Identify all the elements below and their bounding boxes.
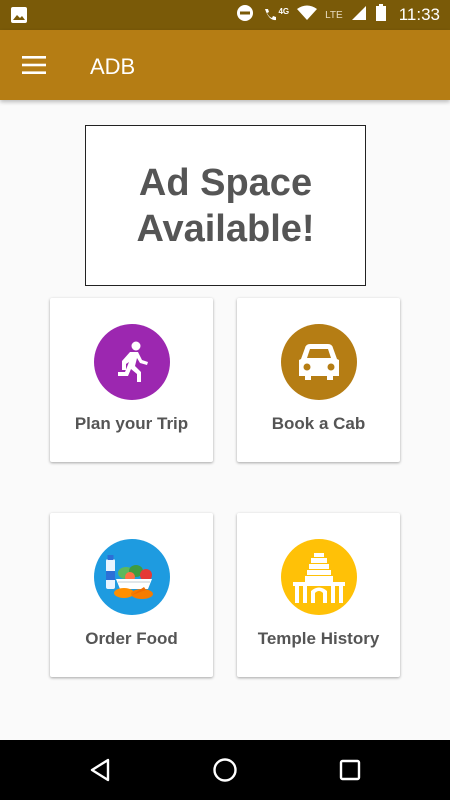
food-basket-icon	[106, 555, 153, 599]
hamburger-menu-icon	[22, 56, 46, 74]
order-food-label: Order Food	[85, 629, 178, 648]
temple-history-icon-circle	[281, 539, 357, 615]
app-title: ADB	[90, 54, 136, 79]
menu-button[interactable]	[14, 47, 54, 83]
order-food-icon-circle	[94, 539, 170, 615]
temple-icon	[293, 553, 345, 603]
temple-history-card[interactable]: Temple History	[237, 513, 400, 677]
plan-trip-label: Plan your Trip	[74, 414, 189, 433]
do-not-disturb-icon	[236, 4, 254, 27]
back-button[interactable]	[84, 754, 116, 786]
plan-trip-card[interactable]: Plan your Trip	[50, 298, 213, 462]
lte-label: LTE	[325, 9, 343, 21]
book-cab-card[interactable]: Book a Cab	[237, 298, 400, 462]
recents-button[interactable]	[334, 754, 366, 786]
order-food-card[interactable]: Order Food	[50, 513, 213, 677]
gallery-notification-icon	[10, 6, 28, 29]
temple-history-label: Temple History	[257, 629, 380, 648]
home-button[interactable]	[209, 754, 241, 786]
book-cab-label: Book a Cab	[271, 414, 366, 433]
ad-text: Ad Space Available!	[136, 161, 315, 250]
home-circle-icon	[213, 758, 237, 782]
book-cab-icon-circle	[281, 324, 357, 400]
status-time: 11:33	[398, 5, 440, 24]
call-network-label: 4G	[278, 7, 290, 16]
wifi-call-icon: 4G	[262, 7, 289, 23]
wifi-icon	[297, 5, 318, 26]
recents-square-icon	[339, 759, 361, 781]
car-icon	[299, 344, 339, 380]
running-person-icon	[118, 341, 148, 382]
plan-trip-icon-circle	[94, 324, 170, 400]
system-nav-bar	[0, 740, 450, 800]
signal-icon	[351, 5, 367, 26]
status-bar: 4G LTE 11:33	[0, 0, 450, 30]
back-triangle-icon	[90, 758, 110, 782]
ad-banner[interactable]: Ad Space Available!	[85, 125, 366, 286]
app-bar: ADB	[0, 30, 450, 100]
battery-icon	[375, 3, 387, 27]
